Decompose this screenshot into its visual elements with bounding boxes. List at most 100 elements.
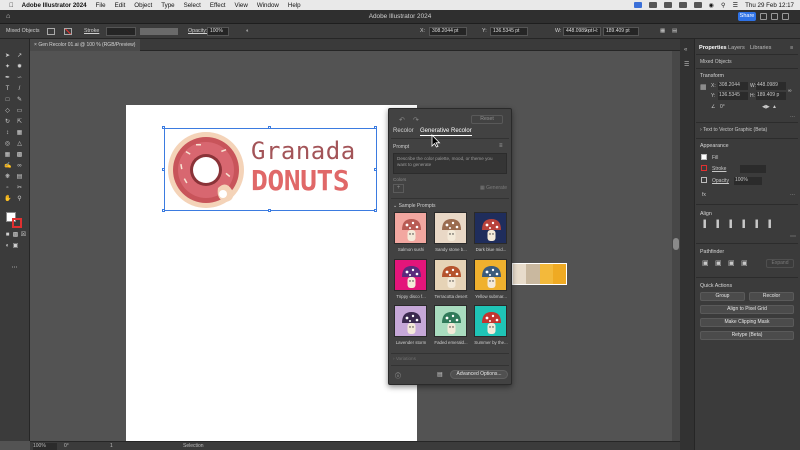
info-icon[interactable]: ⓘ (395, 371, 401, 380)
control-center-icon[interactable]: ☰ (733, 2, 739, 9)
keyboard-icon[interactable] (663, 2, 672, 8)
variable-width-field[interactable] (140, 28, 178, 35)
panel-options-icon[interactable]: ☰ (684, 61, 689, 68)
opacity-label[interactable]: Opacity (712, 178, 729, 184)
screen-mode-icon[interactable]: ▣ (12, 243, 19, 249)
sample-prompt-thumbnail[interactable] (474, 305, 507, 337)
symbol-sprayer-icon[interactable]: ❋ (4, 174, 11, 180)
recolor-icon[interactable]: ◐ (246, 27, 249, 36)
display-icon[interactable] (678, 2, 687, 8)
prompt-input[interactable]: Describe the color palette, mood, or the… (393, 153, 507, 174)
resize-handle[interactable] (268, 126, 271, 129)
sample-prompt-thumbnail[interactable] (434, 212, 467, 244)
generate-button[interactable]: ▦ Generate (473, 184, 507, 193)
sample-prompt-thumbnail[interactable] (434, 259, 467, 291)
fill-swatch[interactable] (47, 28, 55, 35)
resize-handle[interactable] (162, 168, 165, 171)
selection-tool-icon[interactable]: ➤ (4, 53, 11, 59)
minus-front-icon[interactable]: ▣ (715, 259, 722, 267)
slice-tool-icon[interactable]: ✂ (16, 185, 23, 191)
artboard-tool-icon[interactable]: ▫ (4, 185, 11, 191)
stroke-color-icon[interactable] (12, 218, 22, 228)
shape-builder-icon[interactable]: ◎ (4, 141, 11, 147)
resize-handle[interactable] (162, 209, 165, 212)
stroke-weight-field[interactable] (740, 165, 766, 173)
pen-tool-icon[interactable]: ✒ (4, 75, 11, 81)
rectangle-tool-icon[interactable]: □ (4, 97, 11, 103)
expand-button[interactable]: Expand (766, 259, 794, 268)
resize-handle[interactable] (374, 168, 377, 171)
advanced-options-button[interactable]: Advanced Options... (450, 370, 508, 379)
type-tool-icon[interactable]: T (4, 86, 11, 92)
blend-tool-icon[interactable]: ∞ (16, 163, 23, 169)
tab-libraries[interactable]: Libraries (750, 45, 771, 51)
x-field[interactable]: 308.2044 pt (429, 27, 467, 36)
menu-help[interactable]: Help (288, 2, 301, 9)
y-field[interactable]: 136.5345 (718, 92, 748, 100)
sample-prompt-thumbnail[interactable] (474, 212, 507, 244)
menu-object[interactable]: Object (134, 2, 152, 9)
eyedropper-icon[interactable]: ✍ (4, 163, 11, 169)
align-center-icon[interactable]: ▐ (714, 221, 719, 228)
arrange-icon[interactable] (771, 13, 778, 20)
curvature-tool-icon[interactable]: ∽ (16, 75, 23, 81)
menu-view[interactable]: View (235, 2, 248, 9)
align-icon[interactable]: ▤ (672, 27, 677, 36)
more-options-icon[interactable]: ⋯ (790, 114, 795, 120)
fill-swatch[interactable] (701, 154, 707, 160)
sample-prompts-toggle[interactable]: ⌄ Sample Prompts (393, 203, 436, 209)
align-to-pixel-grid-button[interactable]: Align to Pixel Grid (700, 305, 794, 314)
collapse-panels-icon[interactable]: « (684, 47, 687, 53)
draw-normal-icon[interactable]: ◐ (4, 243, 11, 249)
rotate-view-field[interactable]: 0° (64, 443, 69, 449)
gradient-mode-icon[interactable]: ▩ (12, 232, 19, 238)
resize-handle[interactable] (374, 209, 377, 212)
align-middle-icon[interactable]: ▐ (753, 221, 758, 228)
flip-vertical-icon[interactable]: ▲ (772, 104, 777, 110)
granada-text[interactable]: Granada (251, 138, 356, 164)
tab-generative-recolor[interactable]: Generative Recolor (420, 128, 472, 136)
resize-handle[interactable] (268, 209, 271, 212)
redo-icon[interactable]: ↷ (413, 116, 419, 124)
constrain-proportions-icon[interactable]: ∞ (788, 88, 792, 94)
recolor-button[interactable]: Recolor (749, 292, 794, 301)
graph-tool-icon[interactable]: ▤ (16, 174, 23, 180)
document-tab[interactable]: × Gen Recolor 01.ai @ 100 % (RGB/Preview… (30, 39, 140, 51)
w-field[interactable]: 448.0989 (756, 82, 786, 90)
lasso-icon[interactable]: ✹ (16, 64, 23, 70)
resize-handle[interactable] (374, 126, 377, 129)
donuts-text[interactable]: DONUTS (251, 165, 350, 197)
sample-prompt-thumbnail[interactable] (394, 212, 427, 244)
transform-icon[interactable]: ▦ (660, 27, 665, 36)
stroke-label[interactable]: Stroke (84, 27, 99, 36)
search-icon[interactable]: ⚲ (721, 2, 726, 9)
hand-tool-icon[interactable]: ✋ (4, 196, 11, 202)
canvas-color-strip[interactable] (512, 263, 567, 285)
donut-logo-graphic[interactable] (166, 130, 246, 210)
h-field[interactable]: 189.409 p (756, 92, 786, 100)
search-help-icon[interactable] (760, 13, 767, 20)
width-tool-icon[interactable]: ↕ (4, 130, 11, 136)
menu-type[interactable]: Type (161, 2, 174, 9)
menu-edit[interactable]: Edit (115, 2, 126, 9)
screen-record-icon[interactable] (633, 2, 642, 8)
sample-prompt-thumbnail[interactable] (394, 259, 427, 291)
text-to-vector-toggle[interactable]: › Text to Vector Graphic (Beta) (700, 127, 767, 133)
status-mode[interactable]: Selection (183, 443, 204, 449)
unite-icon[interactable]: ▣ (702, 259, 709, 267)
appearance-more-icon[interactable]: ⋯ (790, 192, 795, 198)
align-left-icon[interactable]: ▐ (701, 221, 706, 228)
direct-selection-tool-icon[interactable]: ↗ (16, 53, 23, 59)
fx-icon[interactable]: fx (702, 192, 706, 198)
perspective-grid-icon[interactable]: △ (16, 141, 23, 147)
x-field[interactable]: 308.2044 (718, 82, 748, 90)
resize-handle[interactable] (162, 126, 165, 129)
menu-effect[interactable]: Effect (210, 2, 226, 9)
align-bottom-icon[interactable]: ▐ (766, 221, 771, 228)
constrain-link-icon[interactable]: ∞ (585, 27, 589, 36)
zoom-tool-icon[interactable]: ⚲ (16, 196, 23, 202)
align-more-icon[interactable]: ⋯ (790, 233, 796, 240)
angle-field[interactable]: 0° (720, 104, 725, 110)
sample-prompt-thumbnail[interactable] (394, 305, 427, 337)
stroke-weight-field[interactable] (106, 27, 136, 36)
